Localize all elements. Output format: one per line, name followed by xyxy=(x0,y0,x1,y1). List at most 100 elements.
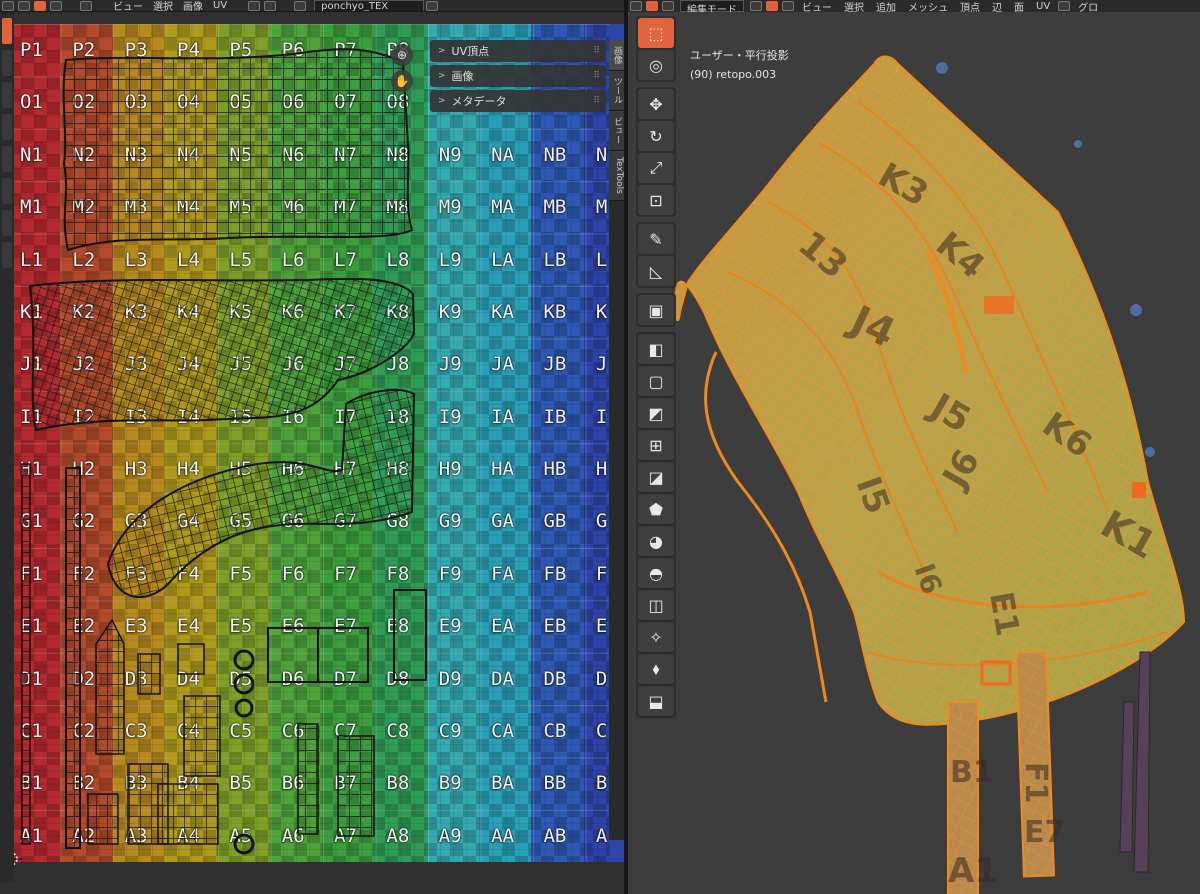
drag-grip-icon[interactable]: ⠿ xyxy=(593,96,600,106)
loop-cut-tool[interactable]: ⊞ xyxy=(638,430,674,460)
vertex-select-icon[interactable] xyxy=(18,0,30,11)
uv-editor[interactable]: ビュー 選択 画像 UV ponchyo_TEX P1P2P3P4P5P6P7P… xyxy=(0,0,624,894)
uv-island-piece-3 xyxy=(393,589,427,681)
editor-type-icon[interactable] xyxy=(2,0,14,11)
shrink-fatten-tool[interactable]: ✧ xyxy=(638,622,674,652)
drag-grip-icon[interactable]: ⠿ xyxy=(593,71,600,81)
inset-faces-tool[interactable]: ▢ xyxy=(638,366,674,396)
pan-hand-icon[interactable]: ✋ xyxy=(391,70,413,92)
rotate-tool[interactable]: ↻ xyxy=(638,121,674,151)
tab-image[interactable]: 画像 xyxy=(609,40,624,71)
bevel-tool[interactable]: ◩ xyxy=(638,398,674,428)
uv-cursor-tool[interactable] xyxy=(2,50,12,76)
snap-icon[interactable] xyxy=(248,0,261,11)
edge-mode-icon[interactable] xyxy=(766,1,778,11)
transform-orientation-icon[interactable] xyxy=(1058,1,1071,11)
tab-tool[interactable]: ツール xyxy=(609,71,624,111)
mesh-label-e1: E1 xyxy=(982,589,1027,639)
chevron-right-icon: > xyxy=(438,46,446,56)
add-cube-tool[interactable]: ▣ xyxy=(638,295,674,325)
face-select-icon[interactable] xyxy=(34,0,46,11)
fake-user-icon[interactable] xyxy=(426,0,439,11)
uv-scale-tool[interactable] xyxy=(2,146,12,172)
knife-tool[interactable]: ◪ xyxy=(638,462,674,492)
mesh-label-a1: A1 xyxy=(948,851,998,891)
face-mode-icon[interactable] xyxy=(782,1,794,11)
transform-tool[interactable]: ⊡ xyxy=(638,185,674,215)
menu-image[interactable]: 画像 xyxy=(178,0,208,11)
mesh-tag-strap xyxy=(1133,651,1151,873)
uv-select-tool[interactable] xyxy=(2,18,12,44)
panel-uv-vertex-label: UV頂点 xyxy=(451,45,490,58)
viewport-header: 編集モード ビュー 選択 追加 メッシュ 頂点 辺 面 UV グロ xyxy=(628,0,1200,12)
mode-dropdown[interactable]: 編集モード xyxy=(680,0,744,12)
orientation-dropdown[interactable]: グロ xyxy=(1072,0,1104,13)
sidebar-tabs: 画像 ツール ビュー TexTools xyxy=(609,40,624,840)
select-box-mode-icon[interactable] xyxy=(646,1,658,11)
chevron-right-icon: > xyxy=(438,71,446,81)
select-box-tool[interactable]: ⬚ xyxy=(638,18,674,48)
menu-mesh[interactable]: メッシュ xyxy=(902,0,954,13)
menu-view[interactable]: ビュー xyxy=(796,0,838,13)
panel-metadata[interactable]: > メタデータ ⠿ xyxy=(430,90,606,112)
menu-select[interactable]: 選択 xyxy=(148,0,178,11)
image-name-field[interactable]: ponchyo_TEX xyxy=(314,0,425,11)
uv-move-tool[interactable] xyxy=(2,82,12,108)
annotate-tool[interactable]: ✎ xyxy=(638,224,674,254)
menu-select[interactable]: 選択 xyxy=(838,0,870,13)
menu-uv[interactable]: UV xyxy=(1030,1,1056,12)
uv-transform-tool[interactable] xyxy=(2,178,12,204)
menu-add[interactable]: 追加 xyxy=(870,0,902,13)
mesh-object[interactable]: K3 13 K4 J4 J5 J6 K6 K1 I5 I6 E1 F1 B1 A… xyxy=(628,12,1200,894)
image-browse-icon[interactable] xyxy=(294,0,307,11)
tab-view[interactable]: ビュー xyxy=(609,111,624,151)
3d-viewport[interactable]: K3 13 K4 J4 J5 J6 K6 K1 I5 I6 E1 F1 B1 A… xyxy=(628,0,1200,894)
panel-image[interactable]: > 画像 ⠿ xyxy=(430,65,606,87)
tab-textools[interactable]: TexTools xyxy=(609,151,624,201)
measure-tool[interactable]: ◺ xyxy=(638,256,674,286)
uv-island-piece-1 xyxy=(95,618,125,755)
shear-tool[interactable]: ⬧ xyxy=(638,654,674,684)
uv-islands[interactable] xyxy=(8,24,610,862)
proportional-icon[interactable] xyxy=(264,0,277,11)
viewport-info-overlay: ユーザー・平行投影 (90) retopo.003 xyxy=(690,46,789,84)
view-name: ユーザー・平行投影 xyxy=(690,49,789,62)
viewport-toolbar: ⬚ ◎ ✥ ↻ ⤢ ⊡ ✎ ◺ ▣ ◧ ▢ ◩ ⊞ ◪ ⬟ ◕ ◓ ◫ ✧ ⬧ … xyxy=(636,16,676,723)
mesh-label-e7: E7 xyxy=(1024,815,1065,850)
object-name: (90) retopo.003 xyxy=(690,68,777,81)
mesh-label-b1: B1 xyxy=(950,755,994,790)
panel-image-label: 画像 xyxy=(451,70,474,83)
blender-window: ビュー 選択 画像 UV ponchyo_TEX P1P2P3P4P5P6P7P… xyxy=(0,0,1200,894)
uv-island-top xyxy=(62,48,414,252)
scale-tool[interactable]: ⤢ xyxy=(638,153,674,183)
uv-editor-footer xyxy=(0,862,624,894)
spin-tool[interactable]: ◕ xyxy=(638,526,674,556)
uv-island-strap xyxy=(65,467,81,849)
menu-view[interactable]: ビュー xyxy=(108,0,148,11)
zoom-icon[interactable]: ⊕ xyxy=(391,44,413,66)
cursor-tool[interactable]: ◎ xyxy=(638,50,674,80)
island-select-icon[interactable] xyxy=(50,0,62,11)
move-tool[interactable]: ✥ xyxy=(638,89,674,119)
select-extend-icon[interactable] xyxy=(662,1,674,11)
menu-face[interactable]: 面 xyxy=(1008,0,1030,13)
vertex-mode-icon[interactable] xyxy=(750,1,762,11)
uv-editor-header: ビュー 選択 画像 UV ponchyo_TEX xyxy=(0,0,624,12)
panel-uv-vertex[interactable]: > UV頂点 ⠿ xyxy=(430,40,606,62)
edge-slide-tool[interactable]: ◫ xyxy=(638,590,674,620)
editor-type-icon[interactable] xyxy=(630,1,642,11)
mesh-label-f1: F1 xyxy=(1018,762,1053,803)
rip-region-tool[interactable]: ⬓ xyxy=(638,686,674,716)
smooth-tool[interactable]: ◓ xyxy=(638,558,674,588)
menu-uv[interactable]: UV xyxy=(208,0,232,11)
drag-grip-icon[interactable]: ⠿ xyxy=(593,46,600,56)
poly-build-tool[interactable]: ⬟ xyxy=(638,494,674,524)
menu-edge[interactable]: 辺 xyxy=(986,0,1008,13)
menu-vertex[interactable]: 頂点 xyxy=(954,0,986,13)
extrude-region-tool[interactable]: ◧ xyxy=(638,334,674,364)
uv-grab-tool[interactable] xyxy=(2,242,12,268)
sync-select-icon[interactable] xyxy=(80,0,92,11)
uv-rotate-tool[interactable] xyxy=(2,114,12,140)
uv-toolbar xyxy=(0,12,14,882)
uv-annotate-tool[interactable] xyxy=(2,210,12,236)
